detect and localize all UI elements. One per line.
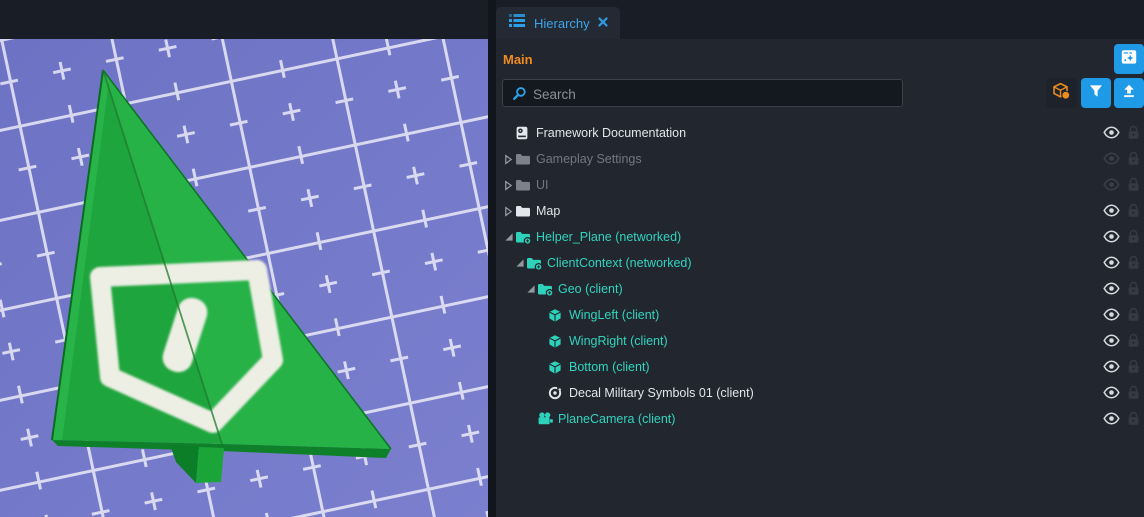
cube-badge-icon: [1052, 82, 1071, 105]
visibility-eye-icon[interactable]: [1103, 308, 1120, 326]
folder-badge-icon: [537, 281, 555, 297]
lock-icon[interactable]: [1127, 385, 1140, 405]
tree-row[interactable]: Helper_Plane (networked): [496, 224, 1144, 250]
tree-row[interactable]: ClientContext (networked): [496, 250, 1144, 276]
section-label: Main: [503, 52, 533, 67]
folder-icon: [515, 151, 533, 167]
hierarchy-tree: Framework Documentation Gameplay Settings…: [496, 120, 1144, 432]
tree-row[interactable]: WingLeft (client): [496, 302, 1144, 328]
tree-row[interactable]: Map: [496, 198, 1144, 224]
camera-icon: [537, 411, 555, 427]
arrow-spacer: [535, 328, 548, 354]
tree-row[interactable]: Gameplay Settings: [496, 146, 1144, 172]
visibility-eye-icon[interactable]: [1103, 152, 1120, 170]
tree-item-label: Geo (client): [558, 282, 623, 296]
tree-item-label: Decal Military Symbols 01 (client): [569, 386, 754, 400]
arrow-spacer: [502, 120, 515, 146]
arrow-spacer: [535, 380, 548, 406]
folder-badge-icon: [526, 255, 544, 271]
lock-icon[interactable]: [1127, 125, 1140, 145]
lock-icon[interactable]: [1127, 229, 1140, 249]
visibility-eye-icon[interactable]: [1103, 360, 1120, 378]
tree-item-label: WingRight (client): [569, 334, 668, 348]
tree-row[interactable]: UI: [496, 172, 1144, 198]
lock-icon[interactable]: [1127, 177, 1140, 197]
arrow-spacer: [535, 354, 548, 380]
search-input[interactable]: [531, 80, 900, 108]
lock-icon[interactable]: [1127, 151, 1140, 171]
tree-row[interactable]: Geo (client): [496, 276, 1144, 302]
visibility-eye-icon[interactable]: [1103, 126, 1120, 144]
folder-icon: [515, 177, 533, 193]
level-window-icon: [1120, 48, 1138, 71]
tab-strip: Hierarchy: [0, 0, 1144, 39]
group-mode-button[interactable]: [1046, 78, 1077, 108]
expand-arrow-icon[interactable]: [502, 224, 515, 250]
lock-icon[interactable]: [1127, 359, 1140, 379]
tree-row[interactable]: WingRight (client): [496, 328, 1144, 354]
tree-item-label: Bottom (client): [569, 360, 650, 374]
folder-icon: [515, 203, 533, 219]
lock-icon[interactable]: [1127, 307, 1140, 327]
expand-arrow-icon[interactable]: [524, 276, 537, 302]
hierarchy-icon: [508, 13, 526, 33]
search-icon: [512, 86, 527, 106]
tree-item-label: Helper_Plane (networked): [536, 230, 681, 244]
lock-icon[interactable]: [1127, 255, 1140, 275]
tree-item-label: Framework Documentation: [536, 126, 686, 140]
visibility-eye-icon[interactable]: [1103, 412, 1120, 430]
cube-icon: [548, 333, 566, 349]
expand-arrow-icon[interactable]: [513, 250, 526, 276]
tree-row[interactable]: PlaneCamera (client): [496, 406, 1144, 432]
import-button[interactable]: [1114, 78, 1144, 108]
visibility-eye-icon[interactable]: [1103, 256, 1120, 274]
tree-item-label: Map: [536, 204, 560, 218]
collapse-arrow-icon[interactable]: [502, 146, 515, 172]
tree-item-label: ClientContext (networked): [547, 256, 692, 270]
cube-icon: [548, 359, 566, 375]
script-doc-icon: [515, 125, 533, 141]
folder-badge-icon: [515, 229, 533, 245]
collapse-arrow-icon[interactable]: [502, 198, 515, 224]
screenshot-level-button[interactable]: [1114, 44, 1144, 74]
core-editor-window: Hierarchy: [0, 0, 1144, 517]
tree-row[interactable]: Decal Military Symbols 01 (client): [496, 380, 1144, 406]
filter-icon: [1089, 84, 1103, 103]
tree-item-label: Gameplay Settings: [536, 152, 642, 166]
tree-item-label: PlaneCamera (client): [558, 412, 675, 426]
arrow-spacer: [535, 302, 548, 328]
tree-item-label: UI: [536, 178, 549, 192]
visibility-eye-icon[interactable]: [1103, 282, 1120, 300]
visibility-eye-icon[interactable]: [1103, 386, 1120, 404]
tab-label: Hierarchy: [534, 16, 590, 31]
arrow-spacer: [524, 406, 537, 432]
visibility-eye-icon[interactable]: [1103, 178, 1120, 196]
tree-item-label: WingLeft (client): [569, 308, 659, 322]
visibility-eye-icon[interactable]: [1103, 230, 1120, 248]
decal-icon: [548, 385, 566, 401]
tree-row[interactable]: Framework Documentation: [496, 120, 1144, 146]
collapse-arrow-icon[interactable]: [502, 172, 515, 198]
close-icon[interactable]: [598, 14, 608, 32]
visibility-eye-icon[interactable]: [1103, 204, 1120, 222]
hierarchy-panel: Main Framework Documentation Gameplay Set…: [496, 39, 1144, 517]
lock-icon[interactable]: [1127, 411, 1140, 431]
lock-icon[interactable]: [1127, 333, 1140, 353]
lock-icon[interactable]: [1127, 281, 1140, 301]
search-box: [502, 79, 903, 107]
visibility-eye-icon[interactable]: [1103, 334, 1120, 352]
filter-button[interactable]: [1081, 78, 1111, 108]
tab-hierarchy[interactable]: Hierarchy: [496, 7, 620, 39]
cube-icon: [548, 307, 566, 323]
tree-row[interactable]: Bottom (client): [496, 354, 1144, 380]
panel-divider[interactable]: [488, 0, 496, 517]
upload-arrow-icon: [1122, 84, 1136, 103]
lock-icon[interactable]: [1127, 203, 1140, 223]
viewport-3d-scene[interactable]: [0, 39, 489, 517]
